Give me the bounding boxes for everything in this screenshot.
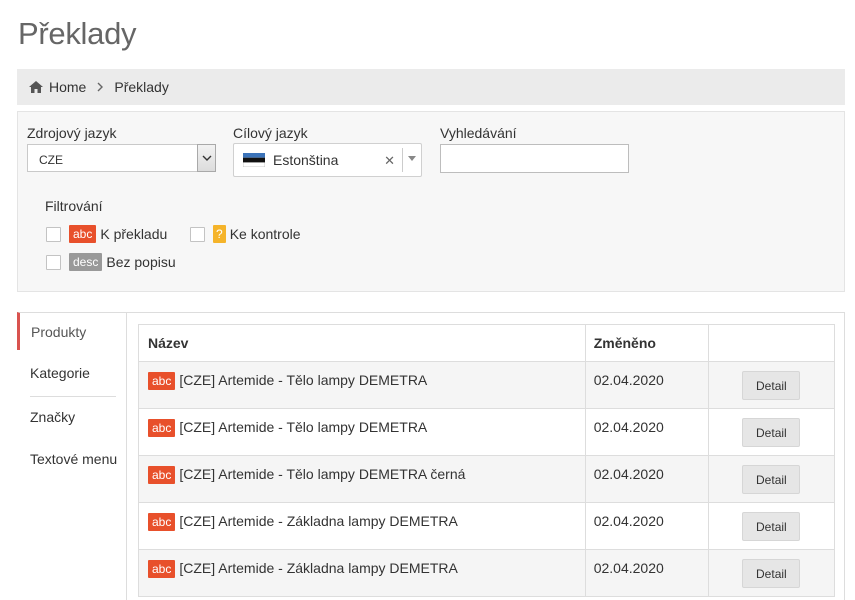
tab-divider xyxy=(30,396,116,397)
question-badge: ? xyxy=(213,225,226,243)
row-actions-cell: Detail xyxy=(709,550,834,596)
row-changed: 02.04.2020 xyxy=(586,409,710,455)
detail-button[interactable]: Detail xyxy=(742,371,801,400)
detail-button[interactable]: Detail xyxy=(742,418,801,447)
filter-panel: Zdrojový jazyk CZE Cílový jazyk Estonšti… xyxy=(17,111,845,292)
filter-option-no-description[interactable]: desc Bez popisu xyxy=(69,253,176,271)
filter-option-label: K překladu xyxy=(100,226,168,242)
filtering-label: Filtrování xyxy=(45,198,103,214)
abc-badge: abc xyxy=(148,419,176,437)
desc-badge: desc xyxy=(69,253,103,271)
filter-option-to-review[interactable]: ? Ke kontrole xyxy=(213,225,301,243)
abc-badge: abc xyxy=(69,225,97,243)
detail-button[interactable]: Detail xyxy=(742,559,801,588)
abc-badge: abc xyxy=(148,372,176,390)
source-language-label: Zdrojový jazyk xyxy=(27,125,117,141)
row-actions-cell: Detail xyxy=(709,362,834,408)
filter-checkbox-no-description[interactable] xyxy=(46,255,61,270)
row-name: [CZE] Artemide - Tělo lampy DEMETRA xyxy=(179,372,428,388)
row-changed: 02.04.2020 xyxy=(586,503,710,549)
target-language-value: Estonština xyxy=(273,152,339,168)
column-header-name[interactable]: Název xyxy=(139,325,586,361)
abc-badge: abc xyxy=(148,466,176,484)
detail-button[interactable]: Detail xyxy=(742,465,801,494)
detail-button[interactable]: Detail xyxy=(742,512,801,541)
filter-option-label: Ke kontrole xyxy=(229,226,301,242)
row-changed: 02.04.2020 xyxy=(586,550,710,596)
caret-down-icon[interactable] xyxy=(408,156,416,161)
tab-text-menu[interactable]: Textové menu xyxy=(17,451,127,467)
row-name: [CZE] Artemide - Základna lampy DEMETRA xyxy=(179,560,458,576)
filter-checkbox-to-translate[interactable] xyxy=(46,227,61,242)
source-language-value: CZE xyxy=(39,153,63,167)
estonia-flag-icon xyxy=(243,153,265,167)
chevron-right-icon xyxy=(97,82,104,92)
abc-badge: abc xyxy=(148,513,176,531)
row-name: [CZE] Artemide - Tělo lampy DEMETRA čern… xyxy=(179,466,466,482)
row-name-cell: abc [CZE] Artemide - Základna lampy DEME… xyxy=(139,503,586,549)
row-actions-cell: Detail xyxy=(709,456,834,502)
source-language-select[interactable]: CZE xyxy=(27,144,216,172)
content-panel: Název Změněno abc [CZE] Artemide - Tělo … xyxy=(126,312,845,600)
table-row: abc [CZE] Artemide - Tělo lampy DEMETRA … xyxy=(139,409,834,456)
row-changed: 02.04.2020 xyxy=(586,362,710,408)
row-name: [CZE] Artemide - Tělo lampy DEMETRA xyxy=(179,419,428,435)
abc-badge: abc xyxy=(148,560,176,578)
table-row: abc [CZE] Artemide - Tělo lampy DEMETRA … xyxy=(139,456,834,503)
breadcrumb-home-link[interactable]: Home xyxy=(49,79,86,95)
table-row: abc [CZE] Artemide - Základna lampy DEME… xyxy=(139,503,834,550)
home-icon[interactable] xyxy=(29,81,43,93)
row-name: [CZE] Artemide - Základna lampy DEMETRA xyxy=(179,513,458,529)
tab-brands[interactable]: Značky xyxy=(17,409,127,425)
row-actions-cell: Detail xyxy=(709,503,834,549)
search-label: Vyhledávání xyxy=(440,125,517,141)
table-header-row: Název Změněno xyxy=(139,325,834,362)
row-name-cell: abc [CZE] Artemide - Základna lampy DEME… xyxy=(139,550,586,596)
tab-list: Produkty Kategorie Značky Textové menu xyxy=(17,312,127,600)
search-input[interactable] xyxy=(440,144,629,173)
filter-option-label: Bez popisu xyxy=(106,254,176,270)
tab-categories[interactable]: Kategorie xyxy=(17,365,127,381)
column-header-changed[interactable]: Změněno xyxy=(586,325,710,361)
target-language-select[interactable]: Estonština ✕ xyxy=(233,143,422,177)
breadcrumb-current: Překlady xyxy=(114,79,169,95)
row-name-cell: abc [CZE] Artemide - Tělo lampy DEMETRA … xyxy=(139,456,586,502)
tab-products[interactable]: Produkty xyxy=(17,312,127,350)
target-language-label: Cílový jazyk xyxy=(233,125,308,141)
page-title: Překlady xyxy=(18,16,137,51)
breadcrumb: Home Překlady xyxy=(17,69,845,105)
column-header-actions xyxy=(709,325,834,361)
translations-table: Název Změněno abc [CZE] Artemide - Tělo … xyxy=(138,324,835,597)
row-changed: 02.04.2020 xyxy=(586,456,710,502)
table-row: abc [CZE] Artemide - Tělo lampy DEMETRA … xyxy=(139,362,834,409)
row-actions-cell: Detail xyxy=(709,409,834,455)
filter-option-to-translate[interactable]: abc K překladu xyxy=(69,225,167,243)
dropdown-arrow-icon[interactable] xyxy=(197,144,216,172)
table-row: abc [CZE] Artemide - Základna lampy DEME… xyxy=(139,550,834,597)
select-divider xyxy=(402,148,403,172)
row-name-cell: abc [CZE] Artemide - Tělo lampy DEMETRA xyxy=(139,362,586,408)
clear-icon[interactable]: ✕ xyxy=(384,153,395,169)
row-name-cell: abc [CZE] Artemide - Tělo lampy DEMETRA xyxy=(139,409,586,455)
filter-checkbox-to-review[interactable] xyxy=(190,227,205,242)
